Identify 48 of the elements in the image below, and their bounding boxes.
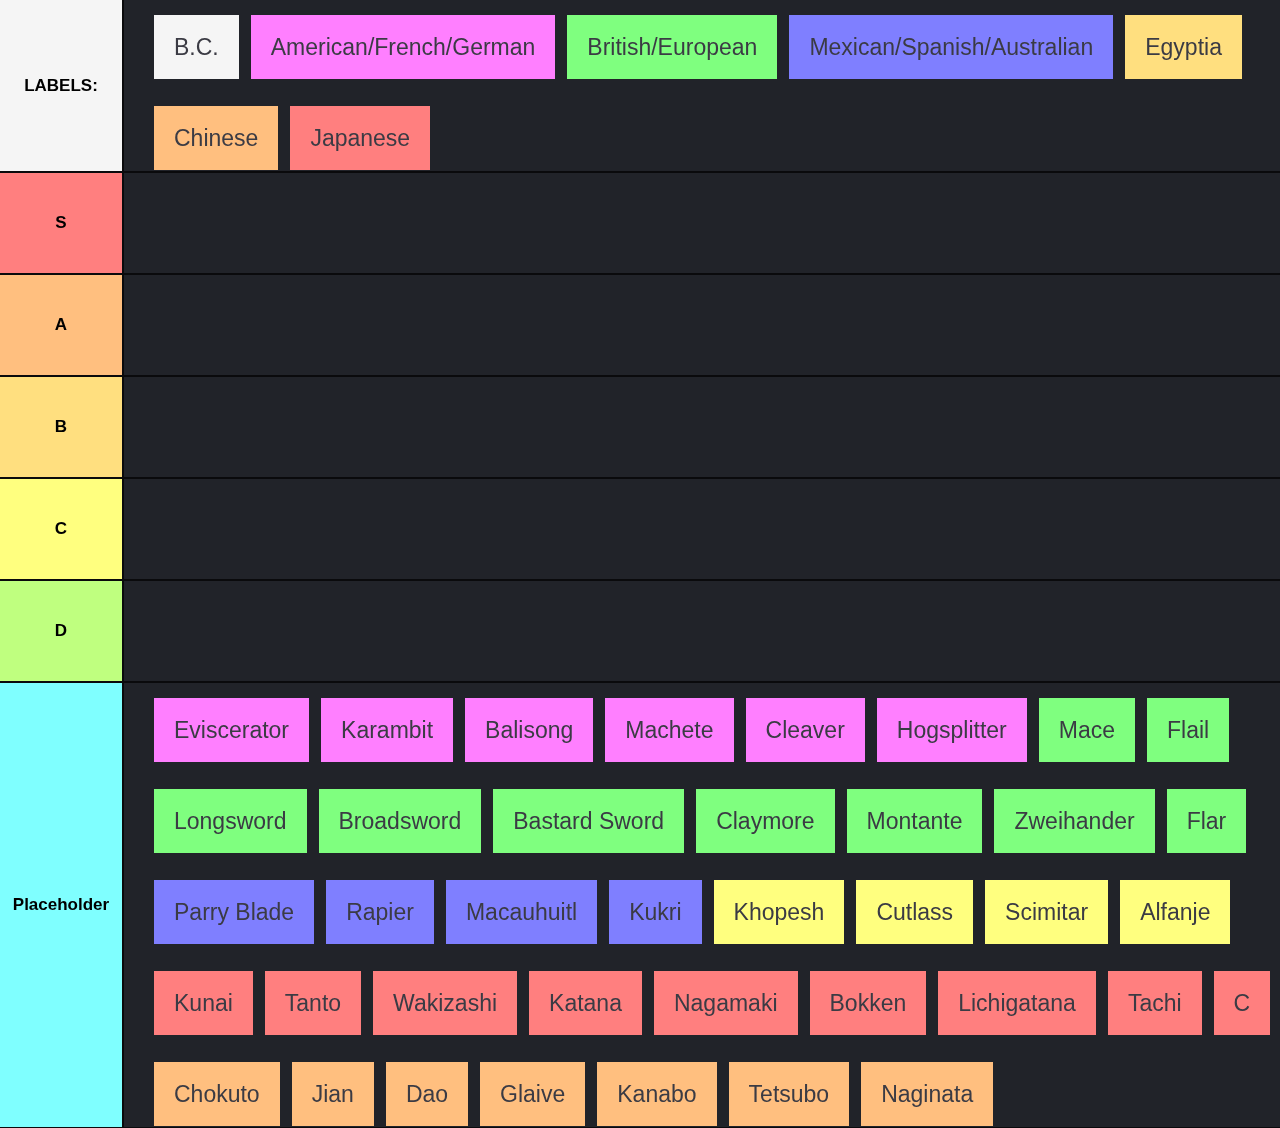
tier-item[interactable]: Balisong: [465, 698, 594, 762]
tier-item[interactable]: Jian: [291, 1062, 374, 1126]
tier-label: A: [0, 275, 124, 375]
tier-item[interactable]: C: [1213, 971, 1271, 1035]
tier-item[interactable]: Hogsplitter: [876, 698, 1027, 762]
tier-item[interactable]: Flar: [1166, 789, 1247, 853]
tier-item[interactable]: Alfanje: [1120, 880, 1231, 944]
tier-item[interactable]: British/European: [567, 15, 778, 79]
tier-label: Placeholder: [0, 683, 124, 1127]
tier-item[interactable]: Tanto: [264, 971, 362, 1035]
tier-item[interactable]: Cleaver: [745, 698, 865, 762]
tier-item[interactable]: Egyptia: [1125, 15, 1242, 79]
tier-item[interactable]: Kunai: [154, 971, 253, 1035]
tier-label: D: [0, 581, 124, 681]
tier-item[interactable]: Zweihander: [994, 789, 1155, 853]
tier-item[interactable]: Tetsubo: [728, 1062, 850, 1126]
tier-item[interactable]: Wakizashi: [373, 971, 518, 1035]
tier-item[interactable]: Claymore: [696, 789, 835, 853]
tier-item[interactable]: Chinese: [154, 106, 279, 170]
tier-item[interactable]: Tachi: [1107, 971, 1202, 1035]
tier-item[interactable]: Scimitar: [985, 880, 1109, 944]
tier-item[interactable]: Karambit: [321, 698, 454, 762]
tier-item[interactable]: Glaive: [480, 1062, 586, 1126]
tier-item[interactable]: Dao: [385, 1062, 469, 1126]
tier-item[interactable]: B.C.: [154, 15, 239, 79]
tier-item[interactable]: Eviscerator: [154, 698, 310, 762]
tier-item[interactable]: Bokken: [809, 971, 927, 1035]
tier-item[interactable]: Broadsword: [318, 789, 482, 853]
tier-item[interactable]: Naginata: [861, 1062, 994, 1126]
tier-item[interactable]: Cutlass: [856, 880, 974, 944]
tier-item[interactable]: Nagamaki: [653, 971, 798, 1035]
tier-item[interactable]: Lichigatana: [938, 971, 1096, 1035]
tier-item[interactable]: Bastard Sword: [493, 789, 685, 853]
tier-item[interactable]: American/French/German: [250, 15, 556, 79]
tier-label: B: [0, 377, 124, 477]
tier-item[interactable]: Kanabo: [597, 1062, 717, 1126]
tier-item[interactable]: Longsword: [154, 789, 307, 853]
tier-item[interactable]: Mace: [1038, 698, 1135, 762]
tier-item[interactable]: Flail: [1147, 698, 1230, 762]
tier-label: LABELS:: [0, 0, 124, 171]
tier-item[interactable]: Machete: [605, 698, 734, 762]
tier-label: C: [0, 479, 124, 579]
tier-item[interactable]: Katana: [529, 971, 642, 1035]
tier-item[interactable]: Chokuto: [154, 1062, 280, 1126]
tier-item[interactable]: Khopesh: [713, 880, 845, 944]
tier-label: S: [0, 173, 124, 273]
tier-item[interactable]: Montante: [846, 789, 983, 853]
tier-item[interactable]: Japanese: [290, 106, 431, 170]
